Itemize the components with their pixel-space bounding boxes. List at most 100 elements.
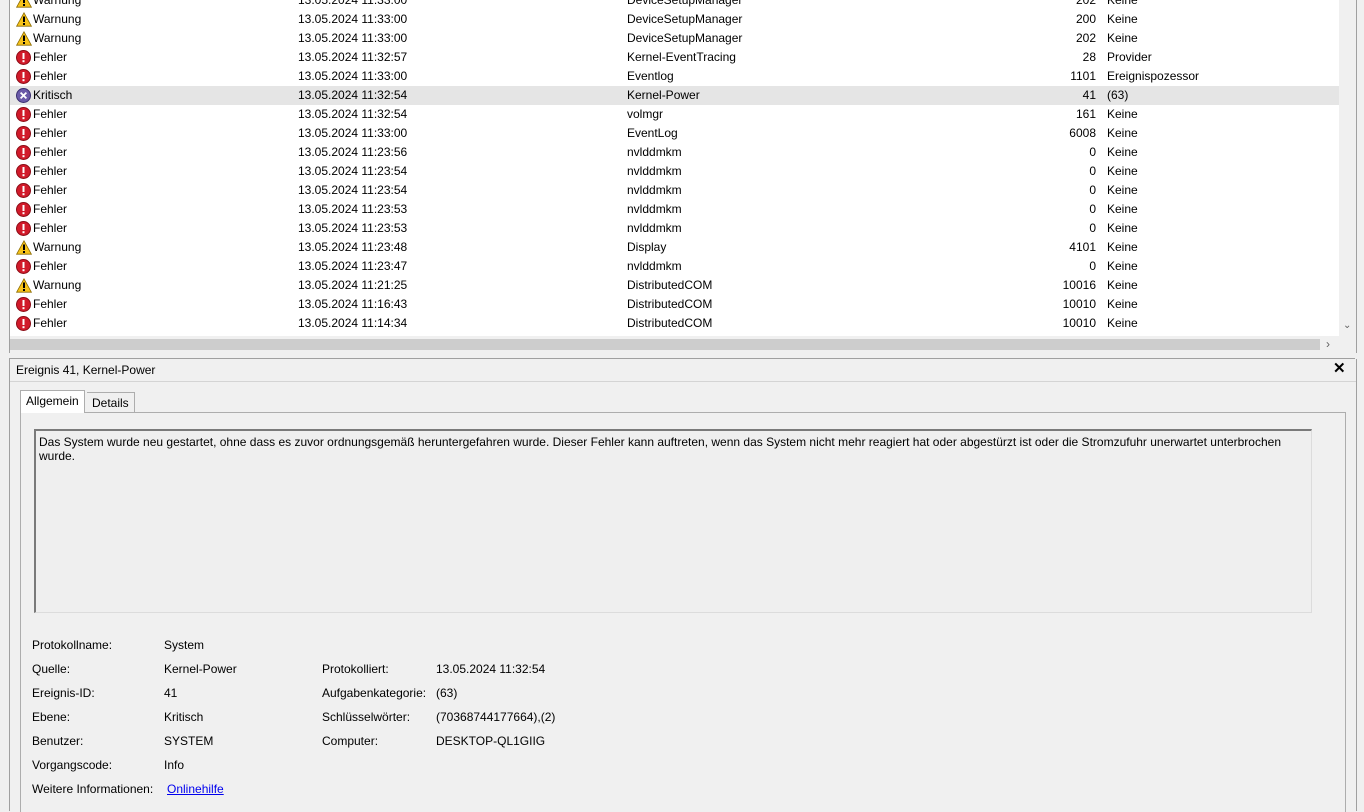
event-id: 4101 [1069,240,1096,254]
tab-panel-general: Das System wurde neu gestartet, ohne das… [20,412,1346,812]
event-id: 0 [1089,164,1096,178]
event-row[interactable]: Fehler 13.05.2024 11:23:53 nvlddmkm 0 Keine [10,219,1339,238]
error-icon [16,126,32,141]
label-source: Quelle: [32,662,71,676]
event-date: 13.05.2024 11:23:53 [298,221,408,235]
event-date: 13.05.2024 11:23:54 [298,164,408,178]
event-id: 202 [1075,31,1096,45]
event-detail-pane: Ereignis 41, Kernel-Power ✕ Allgemein De… [9,359,1357,812]
event-date: 13.05.2024 11:23:54 [298,183,408,197]
value-logname: System [164,638,205,652]
event-row[interactable]: Fehler 13.05.2024 11:32:54 volmgr 161 Keine [10,105,1339,124]
event-level: Warnung [33,31,82,45]
label-keywords: Schlüsselwörter: [322,710,411,724]
event-date: 13.05.2024 11:33:00 [298,31,408,45]
event-rows: Warnung 13.05.2024 11:33:00 DeviceSetupMan… [10,0,1339,333]
value-user: SYSTEM [164,734,214,748]
event-row[interactable]: Warnung 13.05.2024 11:33:00 DeviceSetupMan… [10,0,1339,10]
event-row[interactable]: Fehler 13.05.2024 11:33:00 EventLog 6008 Kei… [10,124,1339,143]
event-id: 6008 [1069,126,1096,140]
event-date: 13.05.2024 11:23:48 [298,240,408,254]
tab-general[interactable]: Allgemein [20,390,85,413]
value-logged: 13.05.2024 11:32:54 [436,662,546,676]
online-help-link[interactable]: Onlinehilfe [167,782,224,796]
detail-title: Ereignis 41, Kernel-Power [16,363,156,377]
event-category: Keine [1107,259,1138,273]
error-icon [16,316,32,331]
scroll-down-icon[interactable]: ⌄ [1343,320,1351,332]
event-row[interactable]: Fehler 13.05.2024 11:23:47 nvlddmkm 0 Keine [10,257,1339,276]
event-source: DeviceSetupManager [627,31,743,45]
value-taskcat: (63) [436,686,458,700]
label-user: Benutzer: [32,734,84,748]
event-row[interactable]: Warnung 13.05.2024 11:33:00 DeviceSetupMan… [10,10,1339,29]
label-logged: Protokolliert: [322,662,389,676]
event-row[interactable]: Kritisch 13.05.2024 11:32:54 Kernel-Power 4… [10,86,1339,105]
event-level: Warnung [33,12,82,26]
event-row[interactable]: Fehler 13.05.2024 11:23:53 nvlddmkm 0 Keine [10,200,1339,219]
event-id: 1101 [1070,69,1096,83]
event-date: 13.05.2024 11:33:00 [298,12,408,26]
warning-icon [15,30,33,46]
vertical-scrollbar[interactable]: ⌄ [1339,0,1356,336]
tab-details[interactable]: Details [87,392,135,413]
event-category: Keine [1107,221,1138,235]
scroll-right-icon[interactable]: › [1326,337,1330,352]
event-row[interactable]: Warnung 13.05.2024 11:33:00 DeviceSetupMan… [10,29,1339,48]
event-date: 13.05.2024 11:33:00 [298,0,408,7]
event-id: 10010 [1062,316,1096,330]
label-logname: Protokollname: [32,638,113,652]
event-row[interactable]: Fehler 13.05.2024 11:16:43 DistributedCOM 1… [10,295,1339,314]
event-id: 0 [1089,183,1096,197]
event-category: Keine [1107,164,1138,178]
event-row[interactable]: Fehler 13.05.2024 11:33:00 Eventlog 1101 Ere… [10,67,1339,86]
event-category: Keine [1107,107,1138,121]
warning-icon [15,239,33,255]
event-source: nvlddmkm [627,164,682,178]
event-date: 13.05.2024 11:23:47 [298,259,408,273]
event-source: EventLog [627,126,678,140]
event-row[interactable]: Fehler 13.05.2024 11:14:34 DistributedCOM 1… [10,314,1339,333]
event-level: Fehler [33,107,68,121]
event-level: Fehler [33,145,68,159]
event-level: Fehler [33,69,68,83]
event-row[interactable]: Fehler 13.05.2024 11:23:54 nvlddmkm 0 Keine [10,162,1339,181]
event-row[interactable]: Fehler 13.05.2024 11:23:54 nvlddmkm 0 Keine [10,181,1339,200]
event-row[interactable]: Fehler 13.05.2024 11:23:56 nvlddmkm 0 Keine [10,143,1339,162]
event-row[interactable]: Fehler 13.05.2024 11:32:57 Kernel-EventTra… [10,48,1339,67]
event-row[interactable]: Warnung 13.05.2024 11:21:25 DistributedCOM… [10,276,1339,295]
event-id: 28 [1082,50,1096,64]
event-source: nvlddmkm [627,145,682,159]
event-source: Kernel-EventTracing [627,50,736,64]
label-eventid: Ereignis-ID: [32,686,95,700]
error-icon [16,107,32,122]
error-icon [16,145,32,160]
error-icon [16,50,32,65]
label-computer: Computer: [322,734,379,748]
event-source: DistributedCOM [627,297,713,311]
event-id: 0 [1089,221,1096,235]
event-source: DistributedCOM [627,278,713,292]
event-source: DeviceSetupManager [627,0,743,7]
event-date: 13.05.2024 11:32:54 [298,107,408,121]
label-moreinfo: Weitere Informationen: [32,782,154,796]
label-taskcat: Aufgabenkategorie: [322,686,427,700]
event-row[interactable]: Warnung 13.05.2024 11:23:48 Display 4101 Kei… [10,238,1339,257]
horizontal-scroll-thumb[interactable] [10,339,1320,350]
event-source: Display [627,240,667,254]
event-level: Fehler [33,202,68,216]
event-id: 10010 [1062,297,1096,311]
event-source: Kernel-Power [627,88,700,102]
event-source: DeviceSetupManager [627,12,743,26]
event-date: 13.05.2024 11:33:00 [298,126,408,140]
event-level: Fehler [33,297,68,311]
event-category: Keine [1107,145,1138,159]
event-category: Keine [1107,126,1138,140]
event-description[interactable]: Das System wurde neu gestartet, ohne das… [34,429,1312,613]
event-date: 13.05.2024 11:33:00 [298,69,408,83]
horizontal-scrollbar[interactable]: › [10,336,1356,353]
event-level: Kritisch [33,88,73,102]
event-source: nvlddmkm [627,259,682,273]
close-icon[interactable]: ✕ [1333,361,1346,377]
event-list[interactable]: Warnung 13.05.2024 11:33:00 DeviceSetupMan… [9,0,1357,353]
